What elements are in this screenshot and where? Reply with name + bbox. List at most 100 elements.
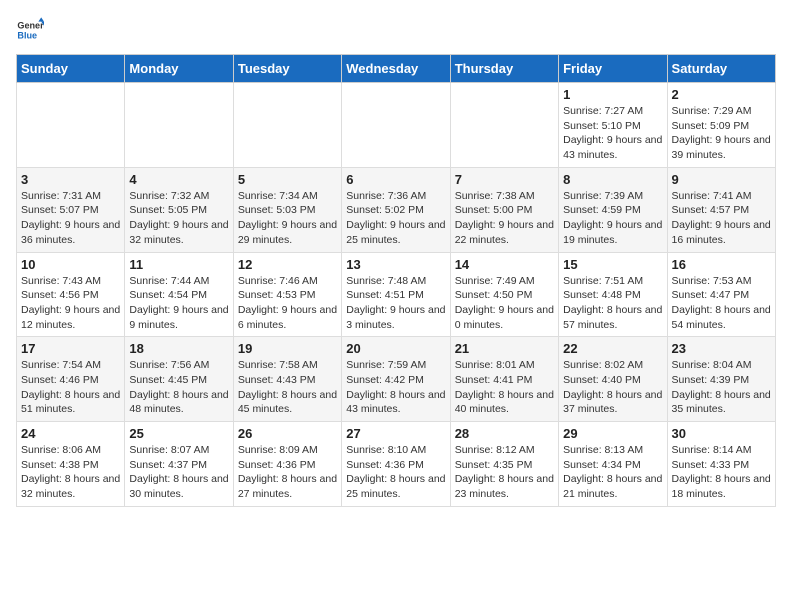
day-info: Sunrise: 7:29 AM Sunset: 5:09 PM Dayligh… [672, 104, 771, 163]
calendar-cell: 22 Sunrise: 8:02 AM Sunset: 4:40 PM Dayli… [559, 337, 667, 422]
day-info: Sunrise: 8:14 AM Sunset: 4:33 PM Dayligh… [672, 443, 771, 502]
calendar-cell [342, 83, 450, 168]
calendar-cell [125, 83, 233, 168]
day-info: Sunrise: 7:27 AM Sunset: 5:10 PM Dayligh… [563, 104, 662, 163]
day-info: Sunrise: 8:09 AM Sunset: 4:36 PM Dayligh… [238, 443, 337, 502]
calendar-week-row: 17 Sunrise: 7:54 AM Sunset: 4:46 PM Dayli… [17, 337, 776, 422]
day-number: 18 [129, 341, 228, 356]
day-info: Sunrise: 7:39 AM Sunset: 4:59 PM Dayligh… [563, 189, 662, 248]
weekday-header-wednesday: Wednesday [342, 55, 450, 83]
calendar-cell: 25 Sunrise: 8:07 AM Sunset: 4:37 PM Dayli… [125, 422, 233, 507]
logo: General Blue [16, 16, 48, 44]
day-info: Sunrise: 8:02 AM Sunset: 4:40 PM Dayligh… [563, 358, 662, 417]
day-number: 5 [238, 172, 337, 187]
calendar-cell: 24Sunrise: 8:06 AM Sunset: 4:38 PM Dayli… [17, 422, 125, 507]
day-info: Sunrise: 7:41 AM Sunset: 4:57 PM Dayligh… [672, 189, 771, 248]
calendar-cell: 12 Sunrise: 7:46 AM Sunset: 4:53 PM Dayli… [233, 252, 341, 337]
day-info: Sunrise: 8:12 AM Sunset: 4:35 PM Dayligh… [455, 443, 554, 502]
day-info: Sunrise: 8:07 AM Sunset: 4:37 PM Dayligh… [129, 443, 228, 502]
calendar-week-row: 10Sunrise: 7:43 AM Sunset: 4:56 PM Dayli… [17, 252, 776, 337]
svg-text:General: General [17, 21, 44, 31]
day-info: Sunrise: 7:44 AM Sunset: 4:54 PM Dayligh… [129, 274, 228, 333]
calendar-cell: 28 Sunrise: 8:12 AM Sunset: 4:35 PM Dayli… [450, 422, 558, 507]
calendar-cell: 7 Sunrise: 7:38 AM Sunset: 5:00 PM Daylig… [450, 167, 558, 252]
day-number: 4 [129, 172, 228, 187]
day-number: 9 [672, 172, 771, 187]
day-info: Sunrise: 7:36 AM Sunset: 5:02 PM Dayligh… [346, 189, 445, 248]
day-info: Sunrise: 7:49 AM Sunset: 4:50 PM Dayligh… [455, 274, 554, 333]
calendar-cell: 30 Sunrise: 8:14 AM Sunset: 4:33 PM Dayli… [667, 422, 775, 507]
calendar-cell: 6 Sunrise: 7:36 AM Sunset: 5:02 PM Daylig… [342, 167, 450, 252]
weekday-header-monday: Monday [125, 55, 233, 83]
day-info: Sunrise: 7:54 AM Sunset: 4:46 PM Dayligh… [21, 358, 120, 417]
calendar-week-row: 24Sunrise: 8:06 AM Sunset: 4:38 PM Dayli… [17, 422, 776, 507]
day-info: Sunrise: 7:51 AM Sunset: 4:48 PM Dayligh… [563, 274, 662, 333]
day-number: 25 [129, 426, 228, 441]
day-info: Sunrise: 7:32 AM Sunset: 5:05 PM Dayligh… [129, 189, 228, 248]
weekday-header-row: SundayMondayTuesdayWednesdayThursdayFrid… [17, 55, 776, 83]
calendar-cell [17, 83, 125, 168]
day-number: 14 [455, 257, 554, 272]
weekday-header-friday: Friday [559, 55, 667, 83]
weekday-header-tuesday: Tuesday [233, 55, 341, 83]
day-info: Sunrise: 7:56 AM Sunset: 4:45 PM Dayligh… [129, 358, 228, 417]
calendar-cell: 8 Sunrise: 7:39 AM Sunset: 4:59 PM Daylig… [559, 167, 667, 252]
day-info: Sunrise: 7:58 AM Sunset: 4:43 PM Dayligh… [238, 358, 337, 417]
calendar-cell: 11Sunrise: 7:44 AM Sunset: 4:54 PM Dayli… [125, 252, 233, 337]
day-info: Sunrise: 7:34 AM Sunset: 5:03 PM Dayligh… [238, 189, 337, 248]
day-info: Sunrise: 7:46 AM Sunset: 4:53 PM Dayligh… [238, 274, 337, 333]
calendar-cell: 14 Sunrise: 7:49 AM Sunset: 4:50 PM Dayli… [450, 252, 558, 337]
calendar-cell [450, 83, 558, 168]
day-number: 30 [672, 426, 771, 441]
day-number: 26 [238, 426, 337, 441]
logo-icon: General Blue [16, 16, 44, 44]
calendar-cell [233, 83, 341, 168]
day-info: Sunrise: 7:43 AM Sunset: 4:56 PM Dayligh… [21, 274, 120, 333]
calendar-cell: 20 Sunrise: 7:59 AM Sunset: 4:42 PM Dayli… [342, 337, 450, 422]
day-number: 27 [346, 426, 445, 441]
calendar-cell: 5 Sunrise: 7:34 AM Sunset: 5:03 PM Daylig… [233, 167, 341, 252]
calendar-cell: 10Sunrise: 7:43 AM Sunset: 4:56 PM Dayli… [17, 252, 125, 337]
day-info: Sunrise: 8:01 AM Sunset: 4:41 PM Dayligh… [455, 358, 554, 417]
calendar-cell: 17 Sunrise: 7:54 AM Sunset: 4:46 PM Dayli… [17, 337, 125, 422]
day-number: 3 [21, 172, 120, 187]
calendar-cell: 26 Sunrise: 8:09 AM Sunset: 4:36 PM Dayli… [233, 422, 341, 507]
calendar-week-row: 3 Sunrise: 7:31 AM Sunset: 5:07 PM Daylig… [17, 167, 776, 252]
day-number: 8 [563, 172, 662, 187]
day-number: 21 [455, 341, 554, 356]
calendar-cell: 29Sunrise: 8:13 AM Sunset: 4:34 PM Dayli… [559, 422, 667, 507]
calendar-cell: 1 Sunrise: 7:27 AM Sunset: 5:10 PM Daylig… [559, 83, 667, 168]
calendar-cell: 13 Sunrise: 7:48 AM Sunset: 4:51 PM Dayli… [342, 252, 450, 337]
day-number: 20 [346, 341, 445, 356]
day-number: 24 [21, 426, 120, 441]
day-info: Sunrise: 8:13 AM Sunset: 4:34 PM Dayligh… [563, 443, 662, 502]
day-number: 23 [672, 341, 771, 356]
day-number: 19 [238, 341, 337, 356]
day-info: Sunrise: 8:10 AM Sunset: 4:36 PM Dayligh… [346, 443, 445, 502]
day-number: 28 [455, 426, 554, 441]
calendar-week-row: 1 Sunrise: 7:27 AM Sunset: 5:10 PM Daylig… [17, 83, 776, 168]
calendar-cell: 27 Sunrise: 8:10 AM Sunset: 4:36 PM Dayli… [342, 422, 450, 507]
calendar-cell: 16Sunrise: 7:53 AM Sunset: 4:47 PM Dayli… [667, 252, 775, 337]
calendar-cell: 15 Sunrise: 7:51 AM Sunset: 4:48 PM Dayli… [559, 252, 667, 337]
day-number: 6 [346, 172, 445, 187]
day-number: 2 [672, 87, 771, 102]
calendar-cell: 18 Sunrise: 7:56 AM Sunset: 4:45 PM Dayli… [125, 337, 233, 422]
weekday-header-sunday: Sunday [17, 55, 125, 83]
day-info: Sunrise: 7:48 AM Sunset: 4:51 PM Dayligh… [346, 274, 445, 333]
day-number: 22 [563, 341, 662, 356]
day-number: 7 [455, 172, 554, 187]
day-number: 16 [672, 257, 771, 272]
day-number: 17 [21, 341, 120, 356]
day-number: 15 [563, 257, 662, 272]
weekday-header-thursday: Thursday [450, 55, 558, 83]
calendar-cell: 9 Sunrise: 7:41 AM Sunset: 4:57 PM Daylig… [667, 167, 775, 252]
day-number: 12 [238, 257, 337, 272]
svg-text:Blue: Blue [17, 30, 37, 40]
day-info: Sunrise: 7:31 AM Sunset: 5:07 PM Dayligh… [21, 189, 120, 248]
day-number: 13 [346, 257, 445, 272]
day-info: Sunrise: 7:38 AM Sunset: 5:00 PM Dayligh… [455, 189, 554, 248]
calendar-cell: 21 Sunrise: 8:01 AM Sunset: 4:41 PM Dayli… [450, 337, 558, 422]
day-info: Sunrise: 7:59 AM Sunset: 4:42 PM Dayligh… [346, 358, 445, 417]
day-number: 1 [563, 87, 662, 102]
